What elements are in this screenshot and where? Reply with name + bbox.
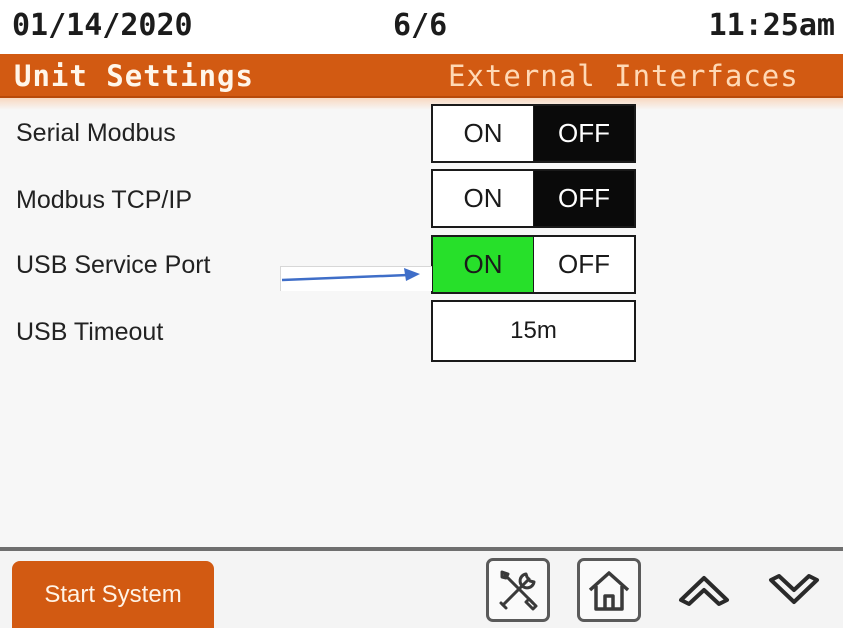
- tools-button[interactable]: [486, 558, 550, 622]
- status-bar: 01/14/2020 6/6 11:25am: [0, 0, 843, 54]
- status-date: 01/14/2020: [12, 8, 193, 43]
- annotation-arrow-icon: [281, 268, 420, 282]
- chevron-down-icon: [769, 574, 819, 604]
- screen-title: Unit Settings: [14, 59, 254, 93]
- usb-service-port-toggle: ON OFF: [431, 235, 636, 294]
- home-icon: [588, 571, 630, 611]
- status-time: 11:25am: [708, 8, 835, 43]
- tools-icon: [499, 570, 538, 611]
- usb-timeout-value[interactable]: 15m: [431, 300, 636, 362]
- start-system-button[interactable]: Start System: [12, 561, 214, 628]
- modbus-tcp-ip-on-option[interactable]: ON: [433, 171, 533, 226]
- usb-service-port-label: USB Service Port: [16, 251, 211, 279]
- modbus-tcp-ip-label: Modbus TCP/IP: [16, 186, 193, 214]
- modbus-tcp-ip-toggle: ON OFF: [431, 169, 636, 228]
- modbus-tcp-ip-off-option[interactable]: OFF: [533, 171, 634, 226]
- screen-subtitle: External Interfaces: [448, 59, 799, 93]
- serial-modbus-on-option[interactable]: ON: [433, 106, 533, 161]
- serial-modbus-off-option[interactable]: OFF: [533, 106, 634, 161]
- home-button[interactable]: [577, 558, 641, 622]
- serial-modbus-label: Serial Modbus: [16, 119, 176, 147]
- title-shadow: [0, 98, 843, 110]
- chevron-up-icon: [679, 576, 729, 606]
- usb-service-port-off-option[interactable]: OFF: [533, 237, 634, 292]
- page-down-button[interactable]: [764, 560, 824, 620]
- status-page-indicator: 6/6: [393, 8, 448, 43]
- title-bar: Unit Settings External Interfaces: [0, 54, 843, 98]
- usb-service-port-on-option[interactable]: ON: [433, 237, 533, 292]
- page-up-button[interactable]: [674, 560, 734, 620]
- usb-timeout-label: USB Timeout: [16, 318, 164, 346]
- serial-modbus-toggle: ON OFF: [431, 104, 636, 163]
